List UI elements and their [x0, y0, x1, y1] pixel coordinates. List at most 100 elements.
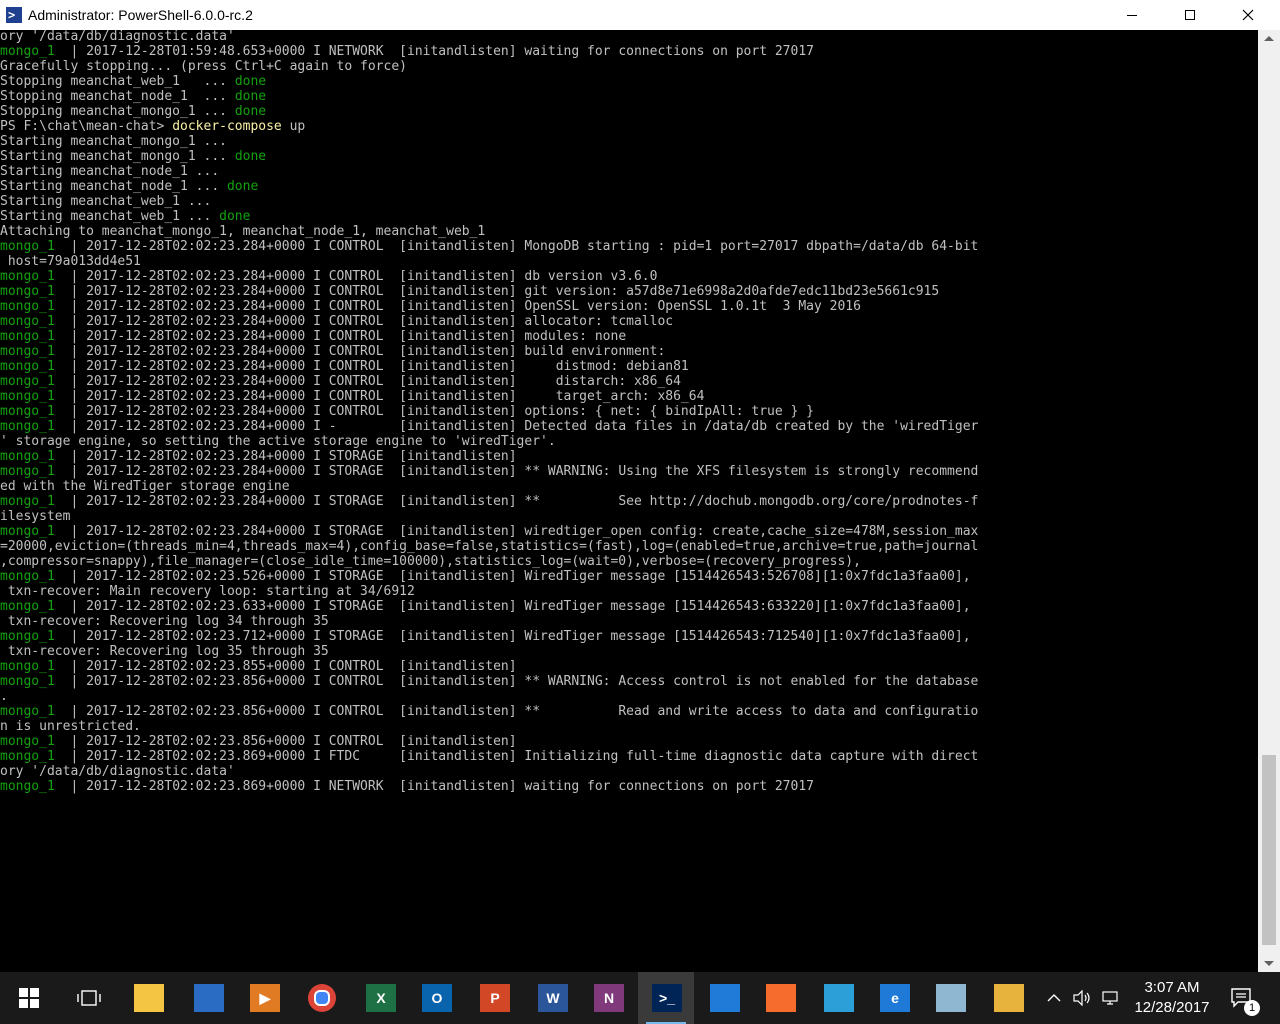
- console-text-segment: ed with the WiredTiger storage engine: [0, 479, 290, 494]
- clock[interactable]: 3:07 AM 12/28/2017: [1124, 978, 1220, 1020]
- console-text-segment: mongo_1: [0, 449, 55, 464]
- media-player-taskbar-button[interactable]: ▶: [236, 972, 292, 1024]
- network-button[interactable]: [1098, 972, 1122, 1024]
- notepad-taskbar-button[interactable]: [922, 972, 978, 1024]
- console-text-segment: Stopping meanchat_mongo_1 ...: [0, 104, 235, 119]
- console-text-segment: mongo_1: [0, 359, 55, 374]
- windows-logo-icon: [14, 984, 44, 1012]
- onenote-taskbar-button[interactable]: N: [580, 972, 636, 1024]
- console-text-segment: | 2017-12-28T02:02:23.856+0000 I CONTROL…: [54, 704, 979, 719]
- console-line: mongo_1 | 2017-12-28T02:02:23.284+0000 I…: [0, 239, 978, 254]
- console-text-segment: docker-compose: [172, 119, 282, 134]
- console-text-segment: mongo_1: [0, 314, 55, 329]
- console-text-segment: Starting meanchat_web_1 ...: [0, 209, 220, 224]
- console-line: host=79a013dd4e51: [0, 254, 141, 269]
- console-line: mongo_1 | 2017-12-28T02:02:23.284+0000 I…: [0, 329, 626, 344]
- console-text-segment: mongo_1: [0, 749, 55, 764]
- console-text-segment: PS F:\chat\mean-chat>: [0, 119, 173, 134]
- scroll-thumb[interactable]: [1262, 755, 1276, 945]
- console-text-segment: mongo_1: [0, 44, 55, 59]
- console-line: Gracefully stopping... (press Ctrl+C aga…: [0, 59, 407, 74]
- console-line: Stopping meanchat_mongo_1 ... done: [0, 104, 266, 119]
- console-line: n is unrestricted.: [0, 719, 141, 734]
- console-text-segment: host=79a013dd4e51: [0, 254, 141, 269]
- excel-taskbar-button[interactable]: X: [352, 972, 408, 1024]
- console-text-segment: mongo_1: [0, 599, 55, 614]
- console-text-segment: | 2017-12-28T02:02:23.284+0000 I CONTROL…: [54, 329, 627, 344]
- edge-taskbar-button[interactable]: e: [866, 972, 922, 1024]
- console-line: mongo_1 | 2017-12-28T02:02:23.712+0000 I…: [0, 629, 971, 644]
- console-line: PS F:\chat\mean-chat> docker-compose up: [0, 119, 305, 134]
- scroll-up-button[interactable]: [1258, 30, 1280, 47]
- console-text-segment: | 2017-12-28T02:02:23.633+0000 I STORAGE…: [54, 599, 971, 614]
- console-line: ,compressor=snappy),file_manager=(close_…: [0, 554, 861, 569]
- maximize-icon: [1185, 10, 1195, 20]
- console-text-segment: txn-recover: Main recovery loop: startin…: [0, 584, 415, 599]
- console-text-segment: | 2017-12-28T02:02:23.856+0000 I CONTROL…: [54, 734, 517, 749]
- origin-taskbar-button[interactable]: [752, 972, 808, 1024]
- console-line: ed with the WiredTiger storage engine: [0, 479, 290, 494]
- outlook-icon: O: [422, 984, 452, 1012]
- console-line: mongo_1 | 2017-12-28T02:02:23.284+0000 I…: [0, 524, 978, 539]
- maximize-button[interactable]: [1161, 0, 1219, 30]
- powerpoint-taskbar-button[interactable]: P: [466, 972, 522, 1024]
- console-text-segment: n is unrestricted.: [0, 719, 141, 734]
- console-text-segment: =20000,eviction=(threads_min=4,threads_m…: [0, 539, 979, 554]
- console-text-segment: Starting meanchat_mongo_1 ...: [0, 134, 227, 149]
- excel-icon: X: [366, 984, 396, 1012]
- console-text-segment: txn-recover: Recovering log 35 through 3…: [0, 644, 329, 659]
- chrome-taskbar-button[interactable]: [294, 972, 350, 1024]
- console-output[interactable]: ory '/data/db/diagnostic.data' mongo_1 | …: [0, 30, 1258, 972]
- file-explorer-taskbar-button[interactable]: [120, 972, 176, 1024]
- start-button-taskbar-button[interactable]: [0, 972, 58, 1024]
- title-bar[interactable]: > Administrator: PowerShell-6.0.0-rc.2: [0, 0, 1280, 30]
- vscode-taskbar-button[interactable]: [696, 972, 752, 1024]
- console-line: Starting meanchat_node_1 ...: [0, 164, 219, 179]
- console-text-segment: txn-recover: Recovering log 34 through 3…: [0, 614, 329, 629]
- console-text-segment: up: [281, 119, 306, 134]
- git-taskbar-button[interactable]: [980, 972, 1036, 1024]
- console-text-segment: .: [0, 689, 8, 704]
- minimize-icon: [1127, 14, 1137, 16]
- console-text-segment: done: [234, 89, 267, 104]
- speaker-icon: [1073, 990, 1090, 1006]
- console-line: mongo_1 | 2017-12-28T02:02:23.284+0000 I…: [0, 449, 517, 464]
- building-app-taskbar-button[interactable]: [810, 972, 866, 1024]
- console-line: ory '/data/db/diagnostic.data': [0, 764, 235, 779]
- action-center-button[interactable]: 1: [1222, 972, 1262, 1024]
- console-line: mongo_1 | 2017-12-28T01:59:48.653+0000 I…: [0, 44, 814, 59]
- console-text-segment: mongo_1: [0, 284, 55, 299]
- console-text-segment: | 2017-12-28T02:02:23.712+0000 I STORAGE…: [54, 629, 971, 644]
- console-line: Starting meanchat_node_1 ... done: [0, 179, 258, 194]
- powershell-icon: >_: [652, 984, 682, 1012]
- console-line: Attaching to meanchat_mongo_1, meanchat_…: [0, 224, 485, 239]
- console-text-segment: mongo_1: [0, 704, 55, 719]
- console-text-segment: | 2017-12-28T02:02:23.284+0000 I CONTROL…: [54, 404, 814, 419]
- notification-count-badge: 1: [1244, 1000, 1260, 1016]
- word-taskbar-button[interactable]: W: [524, 972, 580, 1024]
- outlook-taskbar-button[interactable]: O: [408, 972, 464, 1024]
- vertical-scrollbar[interactable]: [1258, 30, 1280, 972]
- close-button[interactable]: [1219, 0, 1277, 30]
- console-text-segment: mongo_1: [0, 659, 55, 674]
- console-text-segment: | 2017-12-28T02:02:23.855+0000 I CONTROL…: [54, 659, 517, 674]
- console-line: Starting meanchat_mongo_1 ... done: [0, 149, 266, 164]
- scroll-down-button[interactable]: [1258, 955, 1280, 972]
- show-hidden-icons-button[interactable]: [1042, 972, 1066, 1024]
- console-line: mongo_1 | 2017-12-28T02:02:23.284+0000 I…: [0, 299, 861, 314]
- vscode-icon: [710, 984, 740, 1012]
- close-icon: [1242, 9, 1254, 21]
- console-text-segment: | 2017-12-28T02:02:23.284+0000 I CONTROL…: [54, 344, 666, 359]
- store-taskbar-button[interactable]: [180, 972, 236, 1024]
- console-line: mongo_1 | 2017-12-28T02:02:23.284+0000 I…: [0, 314, 673, 329]
- console-text-segment: Stopping meanchat_node_1 ...: [0, 89, 235, 104]
- powershell-taskbar-button[interactable]: >_: [638, 972, 694, 1024]
- console-line: mongo_1 | 2017-12-28T02:02:23.869+0000 I…: [0, 749, 978, 764]
- minimize-button[interactable]: [1103, 0, 1161, 30]
- task-view-button-taskbar-button[interactable]: [60, 972, 116, 1024]
- console-text-segment: mongo_1: [0, 674, 55, 689]
- git-icon: [994, 984, 1024, 1012]
- console-line: mongo_1 | 2017-12-28T02:02:23.869+0000 I…: [0, 779, 814, 794]
- console-text-segment: mongo_1: [0, 779, 55, 794]
- volume-button[interactable]: [1068, 972, 1096, 1024]
